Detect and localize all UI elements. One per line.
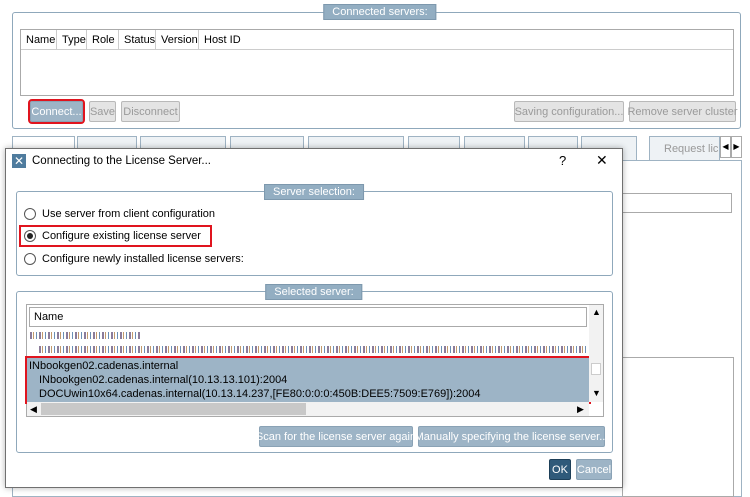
obscured-row [39,346,587,353]
column-status[interactable]: Status [119,30,156,50]
tab-scroll-right-button[interactable]: ▶ [731,136,742,158]
radio-label: Configure newly installed license server… [42,253,244,265]
save-button[interactable]: Save [89,101,116,122]
manual-license-server-button[interactable]: Manually specifying the license server..… [415,426,608,447]
column-role[interactable]: Role [87,30,119,50]
column-host-id[interactable]: Host ID [199,30,259,50]
dialog-title-bar[interactable]: ✕ Connecting to the License Server... ? … [6,149,622,173]
saving-configuration-button[interactable]: Saving configuration... [514,101,624,122]
server-row[interactable]: DOCUwin10x64.cadenas.internal(10.13.14.2… [39,388,481,400]
radio-circle [24,253,36,265]
server-selection-title: Server selection: [264,184,364,200]
radio-use-client-config[interactable]: Use server from client configuration [24,208,215,220]
background-panel [622,357,734,497]
column-version[interactable]: Version [156,30,199,50]
table-header: Name Type Role Status Version Host ID [21,30,733,50]
vertical-scrollbar[interactable]: ▲ ▼ [589,305,603,402]
column-type[interactable]: Type [57,30,87,50]
scroll-up-icon[interactable]: ▲ [592,307,601,317]
ok-button[interactable]: OK [549,459,571,480]
tab-scroll-left-button[interactable]: ◀ [720,136,731,158]
obscured-row [30,332,140,339]
radio-circle [24,208,36,220]
connected-servers-title: Connected servers: [323,4,437,20]
connect-dialog: ✕ Connecting to the License Server... ? … [5,148,623,488]
close-button[interactable]: ✕ [596,152,608,169]
radio-circle [24,230,36,242]
scroll-thumb[interactable] [591,363,601,375]
selected-server-title: Selected server: [265,284,363,300]
tab-request-license-label: Request lic [664,143,719,155]
background-field[interactable] [622,193,732,213]
connected-servers-table[interactable]: Name Type Role Status Version Host ID [20,29,734,96]
horizontal-scroll-thumb[interactable] [41,403,306,415]
remove-server-cluster-button[interactable]: Remove server cluster [627,101,738,122]
server-list[interactable]: Name INbookgen02.cadenas.internal INbook… [25,304,604,417]
tools-icon: ✕ [12,154,26,168]
selected-server-rows[interactable]: INbookgen02.cadenas.internal INbookgen02… [25,356,591,404]
radio-label: Use server from client configuration [42,208,216,220]
scroll-left-icon[interactable]: ◀ [30,404,37,415]
help-button[interactable]: ? [559,153,566,168]
radio-configure-existing[interactable]: Configure existing license server [19,225,212,247]
server-list-header[interactable]: Name [29,307,587,327]
scroll-down-icon[interactable]: ▼ [592,388,601,398]
radio-configure-new[interactable]: Configure newly installed license server… [24,253,244,265]
column-name[interactable]: Name [21,30,57,50]
dialog-title: Connecting to the License Server... [32,155,211,167]
server-row[interactable]: INbookgen02.cadenas.internal(10.13.13.10… [39,374,287,386]
server-row[interactable]: INbookgen02.cadenas.internal [29,360,178,372]
scroll-right-icon[interactable]: ▶ [577,404,584,415]
cancel-button[interactable]: Cancel [576,459,612,480]
disconnect-button[interactable]: Disconnect [121,101,180,122]
radio-label: Configure existing license server [42,230,201,242]
scan-license-server-button[interactable]: Scan for the license server again [256,426,416,447]
connect-button[interactable]: Connect... [28,99,85,124]
horizontal-scrollbar[interactable]: ◀ ▶ [27,402,589,416]
tab-request-license[interactable]: Request lic [649,136,720,160]
